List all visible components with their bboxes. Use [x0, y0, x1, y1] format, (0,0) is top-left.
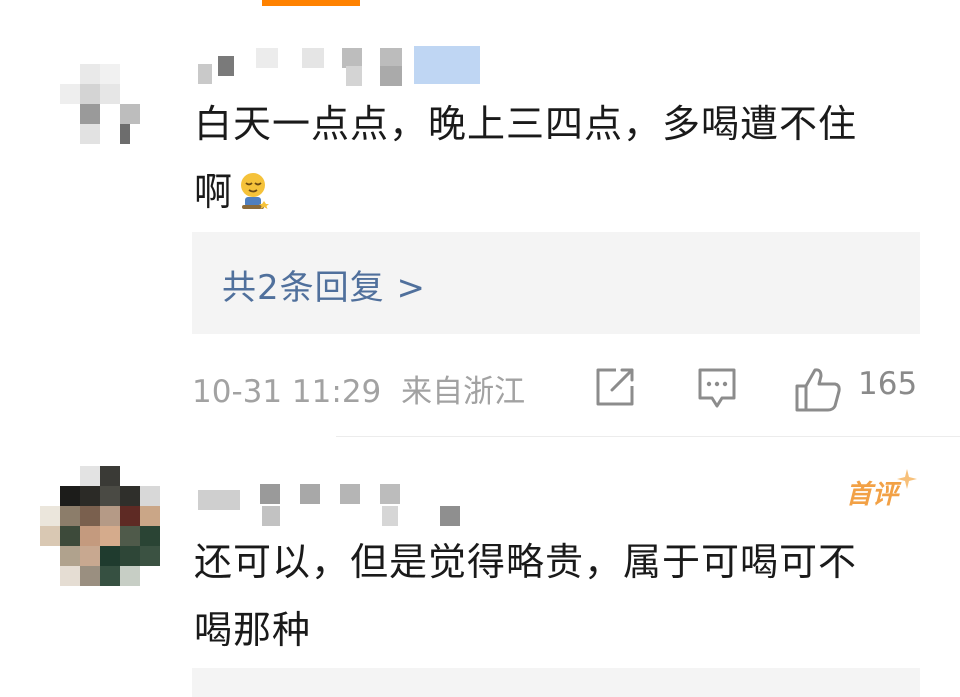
comment-icon[interactable]	[696, 366, 738, 414]
sleepy-face-emoji-icon	[239, 164, 270, 232]
first-comment-badge: 首评	[846, 480, 899, 510]
comment-timestamp: 10-31 11:29 来自浙江	[192, 366, 525, 411]
top-accent-bar	[262, 0, 360, 6]
avatar[interactable]	[40, 40, 160, 160]
username-blurred[interactable]	[194, 46, 484, 86]
comment-text-line-1: 白天一点点，晚上三四点，多喝遭不住	[194, 102, 858, 146]
comment-text-line-2: 喝那种	[194, 608, 312, 652]
comment-meta-row: 10-31 11:29 来自浙江 165	[192, 360, 920, 416]
comment-date: 10-31 11:29	[192, 374, 382, 410]
thumbs-up-icon[interactable]	[794, 366, 842, 416]
comment-text: 还可以，但是觉得略贵，属于可喝可不 喝那种	[194, 528, 934, 664]
comment-text-line-1: 还可以，但是觉得略贵，属于可喝可不	[194, 540, 858, 584]
sparkle-icon	[896, 468, 918, 494]
avatar[interactable]	[40, 466, 160, 586]
view-replies-link[interactable]: 共2条回复 >	[222, 260, 426, 309]
comment-location: 来自浙江	[401, 374, 526, 410]
share-icon[interactable]	[594, 366, 636, 412]
like-count: 165	[858, 366, 918, 402]
reply-thread-box: 共2条回复 >	[192, 232, 920, 334]
comment-text-line-2: 啊	[194, 158, 934, 232]
comment-text: 白天一点点，晚上三四点，多喝遭不住 啊	[194, 90, 934, 232]
comment-divider	[336, 436, 960, 437]
reply-thread-box	[192, 668, 920, 697]
username-blurred[interactable]	[198, 484, 468, 526]
